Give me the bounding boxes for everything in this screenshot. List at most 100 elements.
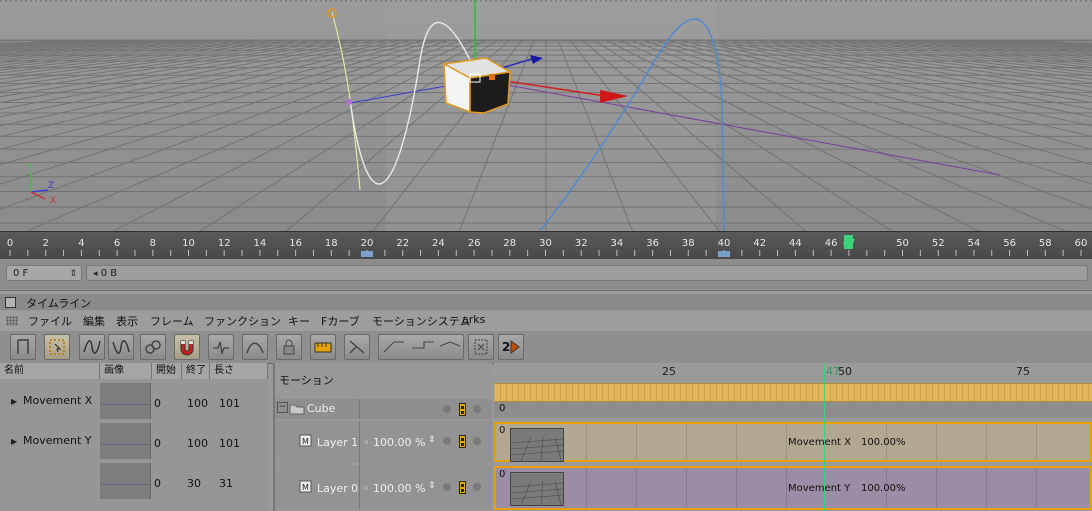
clip-start: 0 [499, 425, 506, 436]
current-frame-field[interactable]: 0 F ⇕ [6, 265, 82, 281]
menu-edit[interactable]: 編集 [83, 313, 105, 329]
slider-left-arrow-icon[interactable]: ◂ [93, 269, 98, 279]
ruler-label: 4 [78, 238, 84, 249]
magnet-snap-button[interactable] [174, 334, 200, 360]
spline-button[interactable] [242, 334, 268, 360]
key-marker [718, 251, 730, 257]
lock-dot-icon[interactable] [473, 483, 481, 491]
ruler-label: 44 [789, 238, 802, 249]
ruler-label: 18 [325, 238, 338, 249]
menu-file[interactable]: ファイル [28, 313, 72, 329]
film-icon[interactable] [459, 435, 466, 448]
film-icon[interactable] [459, 481, 466, 494]
col-name[interactable]: 名前 [0, 363, 100, 379]
ruler-label: 0 [7, 238, 13, 249]
svg-text:M: M [302, 483, 309, 492]
playhead-line[interactable] [824, 363, 825, 511]
delete-key-button[interactable] [468, 334, 494, 360]
col-start[interactable]: 開始 [152, 363, 182, 379]
timeline-toolbar: 2 [0, 331, 1092, 364]
track-row[interactable]: ▶ Movement X 0 100 101 [0, 383, 268, 421]
menu-key[interactable]: キー [288, 313, 310, 329]
stepper-icon[interactable]: ⇕ [428, 481, 436, 491]
layer-row[interactable]: M Layer 1 ◦ 100.00 % ⇕ [275, 421, 492, 463]
layer-weight[interactable]: ◦ 100.00 % [363, 436, 425, 449]
motion-clip[interactable]: 0 Movement Y 100.00% [494, 466, 1092, 510]
menu-motion-system[interactable]: モーションシステム [372, 313, 470, 329]
lock-dot-icon[interactable] [473, 437, 481, 445]
ruler-label: 50 [896, 238, 909, 249]
ruler-label: 38 [682, 238, 695, 249]
track-end: 100 [187, 397, 208, 410]
menu-frame[interactable]: フレーム [150, 313, 194, 329]
timeline-title: タイムライン [26, 297, 92, 310]
timeline-menu-bar: ファイル 編集 表示 フレーム ファンクション キー Fカーブ モーションシステ… [0, 311, 1092, 331]
3d-viewport[interactable]: Y Z X [0, 0, 1092, 231]
visibility-dot-icon[interactable] [443, 437, 451, 445]
expand-triangle-icon[interactable]: ▶ [11, 437, 17, 446]
stepper-icon[interactable]: ⇕ [69, 266, 77, 282]
col-image[interactable]: 画像 [100, 363, 152, 379]
track-end: 100 [187, 437, 208, 450]
track-row[interactable]: ▶ Movement Y 0 100 101 [0, 423, 268, 461]
frame-slider-field[interactable]: ◂ 0 B [86, 265, 1088, 281]
fcurve-button[interactable] [79, 334, 105, 360]
clip-thumbnail [510, 428, 564, 462]
ruler-label: 54 [968, 238, 981, 249]
link-button[interactable] [140, 334, 166, 360]
timeline-track-area[interactable]: 25 50 75 47 0 0 Movement X 100.00% 0 Mov… [494, 363, 1092, 511]
layer-count-button[interactable]: 2 [498, 334, 524, 360]
path-point-handle[interactable] [346, 99, 352, 105]
object-name: Cube [307, 402, 336, 415]
svg-text:M: M [302, 437, 309, 446]
menu-marks[interactable]: arks [462, 313, 485, 326]
menu-fcurve[interactable]: Fカーブ [321, 313, 360, 329]
key-marker [361, 251, 373, 257]
move-tool-button[interactable] [10, 334, 36, 360]
frame-ruler[interactable]: 0 2 4 6 8 10 12 14 16 18 20 22 24 26 28 30 32 34 36 38 40 42 4… [0, 231, 1092, 260]
clip-percent: 100.00% [861, 437, 906, 448]
object-key-row[interactable]: 0 [494, 402, 1092, 418]
ruler-label: 26 [468, 238, 481, 249]
clip-length-button[interactable] [310, 334, 336, 360]
ruler-label: 14 [254, 238, 267, 249]
stepper-icon[interactable]: ⇕ [428, 435, 436, 445]
cube-object[interactable] [441, 57, 513, 114]
ruler-ticks: 0 2 4 6 8 10 12 14 16 18 20 22 24 26 28 30 32 34 36 38 40 42 4… [7, 235, 1087, 257]
retime-button[interactable] [344, 334, 370, 360]
interpolation-buttons[interactable] [378, 334, 464, 360]
expand-triangle-icon[interactable]: ▶ [11, 397, 17, 406]
summary-key-bar[interactable] [494, 383, 1092, 402]
menu-view[interactable]: 表示 [116, 313, 138, 329]
lock-dot-icon[interactable] [473, 405, 481, 413]
layer-row[interactable]: M Layer 0 ◦ 100.00 % ⇕ [275, 465, 492, 509]
current-frame-marker[interactable]: 47 [826, 365, 840, 378]
collapse-toggle-icon[interactable]: − [277, 402, 288, 413]
ruler-label: 30 [539, 238, 552, 249]
layer-weight-value: 100.00 % [373, 436, 426, 449]
track-row[interactable]: 0 30 31 [0, 463, 268, 501]
col-length[interactable]: 長さ [210, 363, 268, 379]
ruler-label: 22 [396, 238, 409, 249]
ruler-label: 46 [825, 238, 838, 249]
col-end[interactable]: 終了 [182, 363, 210, 379]
svg-text:Y: Y [26, 163, 33, 173]
select-tool-button[interactable] [44, 334, 70, 360]
layer-weight[interactable]: ◦ 100.00 % [363, 482, 425, 495]
lock-button[interactable] [276, 334, 302, 360]
object-row[interactable]: − Cube [275, 399, 492, 419]
ruler-label: 36 [646, 238, 659, 249]
ruler-label: 28 [503, 238, 516, 249]
menu-grip-icon[interactable] [6, 316, 18, 326]
motion-clip[interactable]: 0 Movement X 100.00% [494, 422, 1092, 462]
fcurve-alt-button[interactable] [108, 334, 134, 360]
window-close-box-icon[interactable] [5, 297, 16, 308]
ruler-label: 12 [218, 238, 231, 249]
menu-function[interactable]: ファンクション [204, 313, 281, 329]
key-tangent-button[interactable] [208, 334, 234, 360]
film-icon[interactable] [459, 403, 466, 416]
visibility-dot-icon[interactable] [443, 405, 451, 413]
ruler-label: 52 [932, 238, 945, 249]
visibility-dot-icon[interactable] [443, 483, 451, 491]
timeline-title-bar: タイムライン [0, 294, 1092, 310]
